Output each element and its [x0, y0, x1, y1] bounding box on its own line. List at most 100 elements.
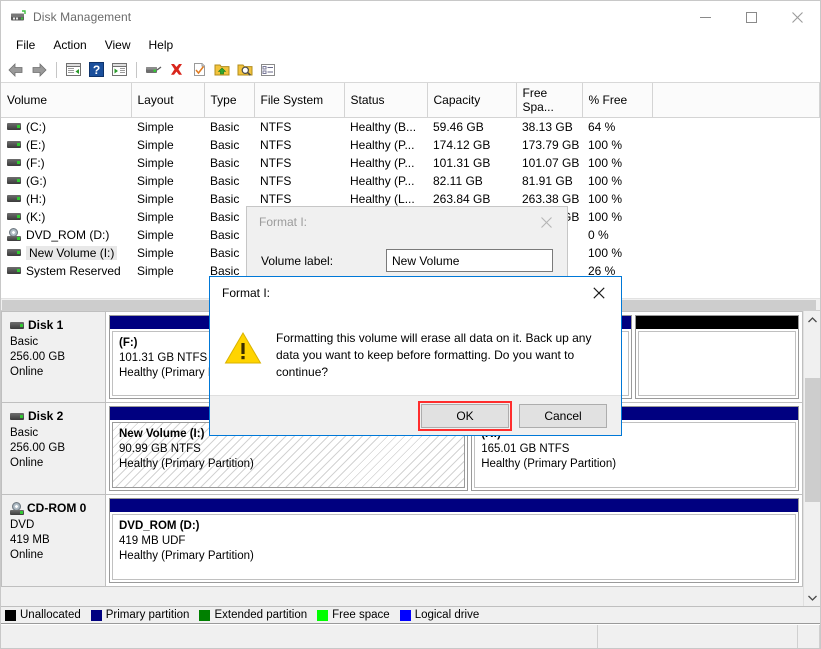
disk-management-window: Disk Management File Action View Help [0, 0, 821, 649]
scroll-down-icon[interactable] [804, 589, 820, 606]
volume-name: DVD_ROM (D:) [26, 228, 109, 242]
cell-layout: Simple [131, 118, 204, 136]
confirm-dialog-title: Format I: [210, 277, 621, 309]
cell-layout: Simple [131, 154, 204, 172]
cell-volume: (F:) [1, 154, 131, 172]
menu-bar: File Action View Help [1, 33, 820, 57]
format-dialog-close-icon[interactable] [525, 207, 567, 237]
disk-row[interactable]: CD-ROM 0DVD419 MBOnlineDVD_ROM (D:)419 M… [1, 495, 803, 587]
disk-size: 419 MB [10, 533, 97, 548]
partition-size: 90.99 GB NTFS [119, 442, 458, 457]
toolbar-separator [56, 62, 57, 78]
scroll-up-icon[interactable] [804, 311, 820, 328]
delete-icon[interactable] [165, 59, 187, 81]
partition[interactable] [635, 315, 799, 399]
cell-capacity: 59.46 GB [427, 118, 516, 136]
partition-status: Healthy (Primary Partition) [481, 457, 789, 472]
disk-state: Online [10, 365, 97, 380]
table-row[interactable]: (E:)SimpleBasicNTFSHealthy (P...174.12 G… [1, 136, 820, 154]
disk-header[interactable]: CD-ROM 0DVD419 MBOnline [2, 495, 106, 586]
confirm-dialog-content: Formatting this volume will erase all da… [210, 309, 621, 397]
search-folder-icon[interactable] [234, 59, 256, 81]
cell-free-space: 101.07 GB [516, 154, 582, 172]
cell-percent-free: 100 % [582, 172, 652, 190]
cell-file-system: NTFS [254, 136, 344, 154]
disk-header[interactable]: Disk 1Basic256.00 GBOnline [2, 312, 106, 402]
cell-status: Healthy (P... [344, 172, 427, 190]
back-icon[interactable] [5, 59, 27, 81]
cell-percent-free: 0 % [582, 226, 652, 244]
cell-status: Healthy (P... [344, 136, 427, 154]
table-row[interactable]: (F:)SimpleBasicNTFSHealthy (P...101.31 G… [1, 154, 820, 172]
disk-state: Online [10, 548, 97, 563]
disk-name: CD-ROM 0 [10, 501, 97, 516]
cell-free-space: 173.79 GB [516, 136, 582, 154]
scrollbar-thumb[interactable] [805, 378, 820, 502]
legend-label: Primary partition [106, 609, 190, 621]
menu-action[interactable]: Action [44, 36, 95, 54]
partition-color-bar [636, 316, 798, 329]
show-hide-action-pane-icon[interactable] [108, 59, 130, 81]
show-hide-console-tree-icon[interactable] [62, 59, 84, 81]
forward-icon[interactable] [28, 59, 50, 81]
properties-icon[interactable] [142, 59, 164, 81]
legend-item: Unallocated [5, 609, 81, 621]
table-row[interactable]: (C:)SimpleBasicNTFSHealthy (B...59.46 GB… [1, 118, 820, 136]
window-controls [682, 1, 820, 33]
menu-help[interactable]: Help [140, 36, 183, 54]
cell-volume: (K:) [1, 208, 131, 226]
volume-name: (F:) [26, 156, 45, 170]
volume-name: (K:) [26, 210, 45, 224]
legend-label: Unallocated [20, 609, 81, 621]
close-button[interactable] [774, 1, 820, 33]
volume-label-input[interactable] [386, 249, 553, 272]
column-header-volume[interactable]: Volume [1, 83, 131, 118]
maximize-button[interactable] [728, 1, 774, 33]
column-header-status[interactable]: Status [344, 83, 427, 118]
volume-name: (E:) [26, 138, 45, 152]
cell-filler [652, 262, 820, 280]
cell-free-space: 38.13 GB [516, 118, 582, 136]
ok-button[interactable]: OK [421, 404, 509, 428]
rescan-disks-icon[interactable] [188, 59, 210, 81]
hard-disk-icon [10, 411, 24, 422]
disk-header[interactable]: Disk 2Basic256.00 GBOnline [2, 403, 106, 494]
cell-filler [652, 244, 820, 262]
toolbar: ? [1, 57, 820, 83]
cancel-button[interactable]: Cancel [519, 404, 607, 428]
legend-swatch [91, 610, 102, 621]
new-volume-icon[interactable] [211, 59, 233, 81]
volume-name: (G:) [26, 174, 47, 188]
column-header-percent-free[interactable]: % Free [582, 83, 652, 118]
cell-layout: Simple [131, 172, 204, 190]
table-row[interactable]: (H:)SimpleBasicNTFSHealthy (L...263.84 G… [1, 190, 820, 208]
volume-label-caption: Volume label: [261, 254, 386, 268]
minimize-button[interactable] [682, 1, 728, 33]
window-title: Disk Management [33, 10, 131, 24]
cell-file-system: NTFS [254, 154, 344, 172]
column-header-free-space[interactable]: Free Spa... [516, 83, 582, 118]
cell-percent-free: 64 % [582, 118, 652, 136]
disk-name: Disk 1 [10, 318, 97, 333]
column-header-layout[interactable]: Layout [131, 83, 204, 118]
confirm-dialog-close-icon[interactable] [577, 277, 621, 309]
cell-layout: Simple [131, 190, 204, 208]
cell-free-space: 263.38 GB [516, 190, 582, 208]
partition[interactable]: DVD_ROM (D:)419 MB UDFHealthy (Primary P… [109, 498, 799, 583]
column-header-file-system[interactable]: File System [254, 83, 344, 118]
table-row[interactable]: (G:)SimpleBasicNTFSHealthy (P...82.11 GB… [1, 172, 820, 190]
cell-layout: Simple [131, 208, 204, 226]
format-dialog-body: Volume label: [247, 237, 567, 272]
list-view-icon[interactable] [257, 59, 279, 81]
disk-view-vertical-scrollbar[interactable] [803, 311, 820, 606]
help-icon[interactable]: ? [85, 59, 107, 81]
column-header-capacity[interactable]: Capacity [427, 83, 516, 118]
column-header-type[interactable]: Type [204, 83, 254, 118]
partition-status: Healthy (Primary Partition) [119, 457, 458, 472]
cell-type: Basic [204, 172, 254, 190]
menu-file[interactable]: File [7, 36, 44, 54]
confirm-dialog-footer: OK Cancel [210, 395, 621, 435]
format-confirm-dialog[interactable]: Format I: Formatting this volume will er… [209, 276, 622, 436]
menu-view[interactable]: View [96, 36, 140, 54]
hard-disk-icon [7, 193, 21, 204]
